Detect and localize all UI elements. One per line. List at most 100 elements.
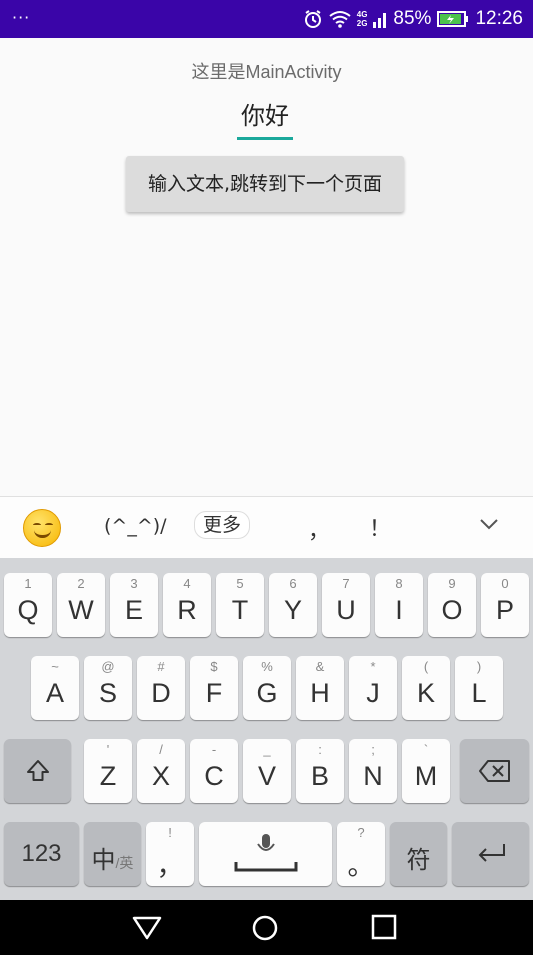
back-icon[interactable] [131, 914, 163, 942]
key-symbol: ， [156, 851, 184, 881]
key-a[interactable]: ~ A [31, 656, 79, 720]
period-key[interactable]: ?。 [337, 822, 385, 886]
key-letter: N [363, 761, 383, 791]
comma-key[interactable]: !， [146, 822, 194, 886]
screen: ··· 4G 2G 85% 12:26 这里是MainActivity 你好 输… [0, 0, 533, 955]
key-j[interactable]: * J [349, 656, 397, 720]
exclamation-candidate[interactable]: ！ [369, 511, 391, 543]
key-i[interactable]: 8I [375, 573, 423, 637]
key-hint: & [315, 659, 325, 674]
smiley-emoji-icon[interactable] [23, 509, 61, 547]
key-hint: ? [357, 825, 365, 840]
key-w[interactable]: 2W [57, 573, 105, 637]
key-o[interactable]: 9O [428, 573, 476, 637]
key-hint: / [159, 742, 163, 757]
key-hint: 7 [342, 576, 350, 591]
key-letter: Z [99, 761, 117, 791]
page-title: 这里是MainActivity [191, 62, 342, 82]
recents-icon[interactable] [371, 914, 397, 940]
key-v[interactable]: _ V [243, 739, 291, 803]
key-hint: 1 [24, 576, 32, 591]
key-l[interactable]: ) L [455, 656, 503, 720]
shift-key[interactable] [4, 739, 71, 803]
key-letter: M [414, 761, 438, 791]
network-top: 4G [356, 10, 368, 19]
key-x[interactable]: / X [137, 739, 185, 803]
language-label: 中/英 [84, 840, 141, 875]
key-letter: O [441, 595, 463, 625]
microphone-icon [234, 834, 297, 872]
key-z[interactable]: ' Z [84, 739, 132, 803]
key-hint: _ [263, 742, 271, 757]
key-f[interactable]: $ F [190, 656, 238, 720]
key-g[interactable]: % G [243, 656, 291, 720]
key-r[interactable]: 4R [163, 573, 211, 637]
key-symbol: 。 [347, 851, 375, 881]
key-letter: Y [283, 595, 302, 625]
key-letter: K [416, 678, 435, 708]
key-letter: Q [17, 595, 39, 625]
backspace-icon [478, 760, 510, 782]
key-letter: C [204, 761, 224, 791]
emoji-eye [45, 523, 53, 527]
key-letter: G [256, 678, 278, 708]
key-c[interactable]: -C [190, 739, 238, 803]
key-letter: L [471, 678, 487, 708]
key-letter: U [336, 595, 356, 625]
key-hint: 4 [183, 576, 191, 591]
language-switch-key[interactable]: 中/英 [84, 822, 141, 886]
key-t[interactable]: 5T [216, 573, 264, 637]
key-letter: R [177, 595, 197, 625]
key-n[interactable]: ; N [349, 739, 397, 803]
key-letter: E [124, 595, 143, 625]
key-letter: J [366, 678, 380, 708]
status-bar: ··· 4G 2G 85% 12:26 [0, 0, 533, 38]
key-s[interactable]: @ S [84, 656, 132, 720]
key-hint: * [370, 659, 376, 674]
jump-button[interactable]: 输入文本,跳转到下一个页面 [126, 156, 404, 212]
chevron-down-icon[interactable] [478, 513, 500, 535]
numbers-label: 123 [21, 840, 62, 867]
key-m[interactable]: ` M [402, 739, 450, 803]
key-e[interactable]: 3E [110, 573, 158, 637]
wifi-icon [329, 10, 351, 28]
key-letter: W [68, 595, 94, 625]
key-p[interactable]: 0P [481, 573, 529, 637]
emoji-mouth [34, 530, 51, 538]
navigation-bar [0, 900, 533, 955]
lang-main: 中 [91, 847, 116, 874]
key-hint: - [211, 742, 217, 757]
key-hint: ( [423, 659, 429, 674]
key-hint: % [261, 659, 273, 674]
key-y[interactable]: 6Y [269, 573, 317, 637]
text-input[interactable]: 你好 [237, 98, 293, 140]
comma-candidate[interactable]: ， [308, 513, 330, 545]
key-hint: 3 [130, 576, 138, 591]
key-u[interactable]: 7U [322, 573, 370, 637]
key-d[interactable]: # D [137, 656, 185, 720]
numbers-key[interactable]: 123 [4, 822, 79, 886]
more-button[interactable]: 更多 [194, 511, 250, 539]
key-hint: # [157, 659, 165, 674]
key-k[interactable]: (K [402, 656, 450, 720]
network-bottom: 2G [356, 19, 368, 28]
home-icon[interactable] [251, 914, 279, 942]
key-h[interactable]: & H [296, 656, 344, 720]
key-hint: $ [210, 659, 218, 674]
signal-icon [373, 10, 387, 28]
key-hint: : [318, 742, 322, 757]
shift-arrow-icon [26, 760, 49, 781]
backspace-key[interactable] [460, 739, 529, 803]
key-b[interactable]: :B [296, 739, 344, 803]
enter-icon [478, 844, 505, 862]
battery-percent: 85% [393, 8, 432, 29]
space-key[interactable] [199, 822, 332, 886]
alarm-icon [303, 9, 323, 29]
enter-key[interactable] [452, 822, 529, 886]
key-q[interactable]: 1Q [4, 573, 52, 637]
kaomoji-candidate[interactable]: (^_^)/ [104, 515, 167, 537]
symbols-key[interactable]: 符 [390, 822, 447, 886]
key-hint: 5 [236, 576, 244, 591]
clock: 12:26 [475, 8, 523, 29]
key-hint: 6 [289, 576, 297, 591]
